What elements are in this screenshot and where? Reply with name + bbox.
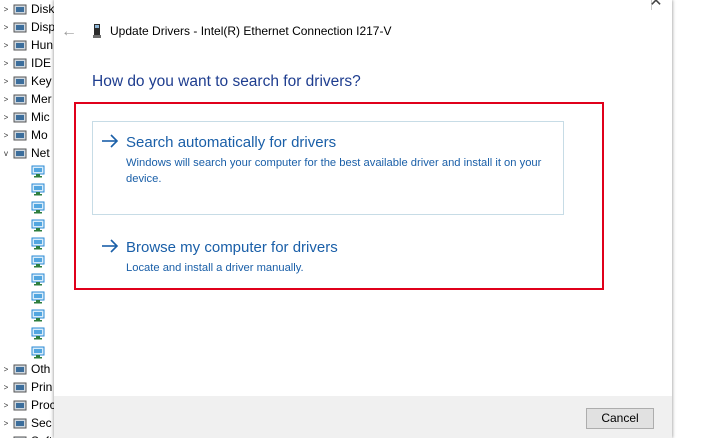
option-description: Windows will search your computer for th… (126, 157, 542, 185)
network-card-icon (93, 24, 101, 38)
category-label: Sec (31, 416, 52, 430)
network-adapter-item[interactable] (0, 234, 60, 252)
expander-icon[interactable]: > (2, 5, 10, 14)
device-category-proc[interactable]: > Proc (0, 396, 60, 414)
display-adapter-icon (13, 22, 27, 32)
monitor-icon (13, 130, 27, 140)
option-title: Browse my computer for drivers (126, 239, 338, 256)
network-adapter-item[interactable] (0, 180, 60, 198)
device-manager-tree: > Disk > Disp > Hun > IDE > Key > Mer > Mic > Mo v Net > Ot… (0, 0, 60, 438)
device-category-net[interactable]: v Net (0, 144, 60, 162)
category-label: Proc (31, 398, 56, 412)
expander-icon[interactable]: > (2, 131, 10, 140)
search-automatically-option[interactable]: Search automatically for drivers Windows… (92, 121, 564, 215)
expander-icon[interactable]: > (2, 401, 10, 410)
network-adapter-icon (31, 346, 45, 358)
network-adapter-icon (31, 237, 45, 250)
ide-controller-icon (13, 58, 27, 68)
expander-icon[interactable]: > (2, 77, 10, 86)
category-label: Net (31, 146, 50, 160)
device-category-mic[interactable]: > Mic (0, 108, 60, 126)
category-label: Prin (31, 380, 53, 394)
device-category-hun[interactable]: > Hun (0, 36, 60, 54)
cancel-button[interactable]: Cancel (586, 408, 654, 429)
other-device-icon (13, 364, 27, 374)
device-category-soft[interactable]: >Soft (0, 432, 60, 438)
expander-icon[interactable]: > (2, 41, 10, 50)
device-category-ide[interactable]: > IDE (0, 54, 60, 72)
back-arrow-icon[interactable]: ← (58, 22, 80, 42)
device-category-mo[interactable]: > Mo (0, 126, 60, 144)
category-label: Mo (31, 128, 48, 142)
network-adapter-icon (31, 273, 45, 286)
network-adapter-icon (13, 148, 27, 158)
dialog-footer: Cancel (54, 396, 672, 438)
keyboard-icon (13, 76, 27, 86)
network-adapter-item[interactable] (0, 162, 60, 180)
category-label: Disk (31, 2, 55, 16)
network-adapter-icon (31, 255, 45, 268)
category-label: Hun (31, 38, 54, 52)
browse-my-computer-option[interactable]: Browse my computer for drivers Locate an… (92, 226, 564, 284)
software-device-icon (13, 436, 27, 438)
dialog-title: Update Drivers - Intel(R) Ethernet Conne… (110, 24, 392, 38)
network-adapter-item[interactable] (0, 289, 60, 307)
update-drivers-dialog: ✕ ← Update Drivers - Intel(R) Ethernet C… (54, 0, 672, 438)
network-adapter-icon (31, 309, 45, 322)
expander-icon[interactable]: > (2, 383, 10, 392)
network-adapter-item[interactable] (0, 325, 60, 343)
network-adapter-icon (31, 165, 45, 177)
disk-drive-icon (13, 4, 27, 14)
network-adapter-item[interactable] (0, 271, 60, 289)
expander-icon[interactable]: > (2, 113, 10, 122)
expander-icon[interactable]: v (2, 149, 10, 158)
category-label: Oth (31, 362, 51, 376)
network-adapter-icon (31, 201, 45, 214)
device-category-mer[interactable]: > Mer (0, 90, 60, 108)
right-arrow-icon (102, 239, 119, 253)
expander-icon[interactable]: > (2, 365, 10, 374)
category-label: Key (31, 74, 52, 88)
processor-icon (13, 400, 27, 410)
print-queue-icon (13, 382, 27, 392)
device-category-oth[interactable]: > Oth (0, 360, 60, 378)
option-description: Locate and install a driver manually. (126, 262, 304, 274)
mouse-icon (13, 112, 27, 122)
network-adapter-item[interactable] (0, 198, 60, 216)
device-category-prin[interactable]: > Prin (0, 378, 60, 396)
right-arrow-icon (102, 134, 119, 148)
category-label: Disp (31, 20, 56, 34)
background-window (672, 0, 728, 438)
network-adapter-item[interactable] (0, 216, 60, 234)
network-adapter-item[interactable] (0, 343, 60, 361)
page-heading: How do you want to search for drivers? (92, 73, 361, 90)
human-interface-icon (13, 40, 27, 50)
close-icon[interactable]: ✕ (646, 0, 666, 10)
option-title: Search automatically for drivers (126, 134, 337, 151)
network-adapter-item[interactable] (0, 253, 60, 271)
category-label: Soft (31, 434, 52, 438)
network-adapter-item[interactable] (0, 307, 60, 325)
device-category-sec[interactable]: > Sec (0, 414, 60, 432)
expander-icon[interactable]: > (2, 95, 10, 104)
device-category-disk[interactable]: > Disk (0, 0, 60, 18)
network-adapter-icon (31, 327, 45, 340)
memory-device-icon (13, 94, 27, 104)
category-label: Mic (31, 110, 50, 124)
network-adapter-icon (31, 291, 45, 304)
expander-icon[interactable]: > (2, 419, 10, 428)
network-adapter-icon (31, 183, 45, 196)
category-label: Mer (31, 92, 52, 106)
device-category-key[interactable]: > Key (0, 72, 60, 90)
device-category-disp[interactable]: > Disp (0, 18, 60, 36)
network-adapter-icon (31, 219, 45, 232)
category-label: IDE (31, 56, 52, 70)
expander-icon[interactable]: > (2, 23, 10, 32)
expander-icon[interactable]: > (2, 59, 10, 68)
security-device-icon (13, 418, 27, 428)
